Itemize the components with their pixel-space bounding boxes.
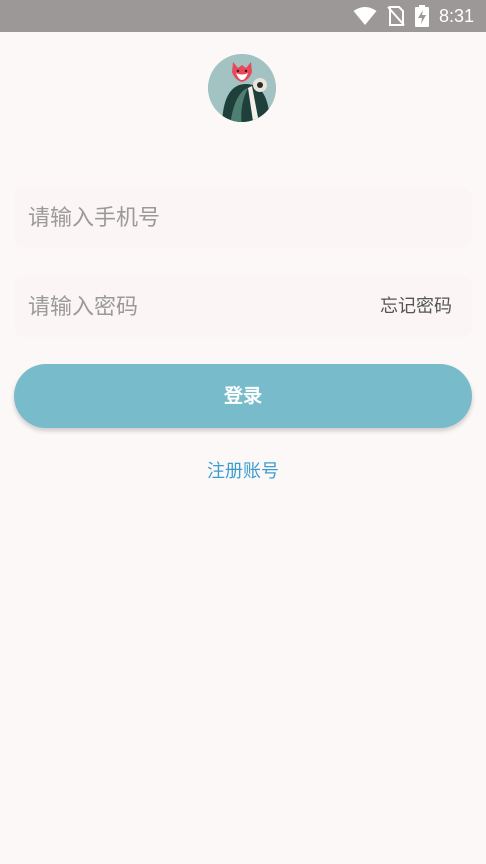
register-link[interactable]: 注册账号 xyxy=(0,457,486,483)
app-logo xyxy=(208,54,276,122)
fox-avatar-icon xyxy=(208,54,276,122)
status-bar: 8:31 xyxy=(0,0,486,32)
login-button[interactable]: 登录 xyxy=(14,364,472,428)
battery-charging-icon xyxy=(414,5,429,27)
status-icons: 8:31 xyxy=(353,0,474,32)
forgot-password-link[interactable]: 忘记密码 xyxy=(380,277,452,337)
phone-input[interactable] xyxy=(28,188,358,248)
status-time: 8:31 xyxy=(438,5,474,26)
no-sim-icon xyxy=(387,6,405,26)
password-input[interactable] xyxy=(28,277,358,337)
password-field[interactable]: 忘记密码 xyxy=(14,277,472,337)
wifi-icon xyxy=(353,7,377,25)
phone-field[interactable] xyxy=(14,188,472,248)
